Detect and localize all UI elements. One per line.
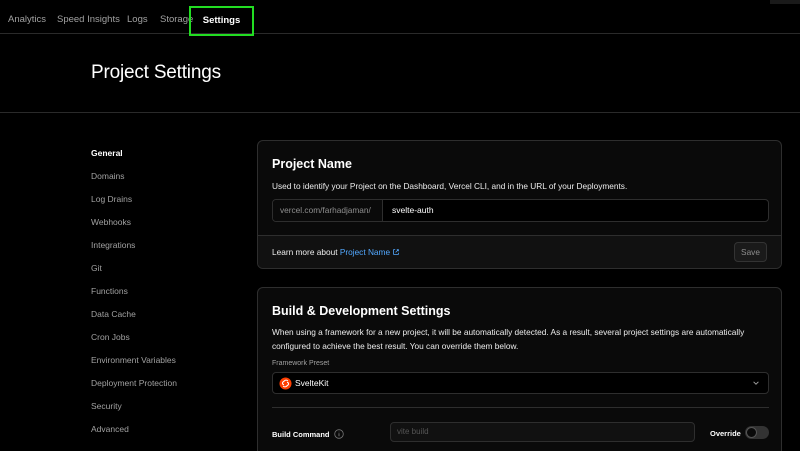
framework-preset-value: SvelteKit (295, 378, 329, 388)
page-header: Project Settings (0, 34, 800, 113)
tab-analytics[interactable]: Analytics (8, 0, 46, 34)
top-nav: Analytics Speed Insights Logs Storage Se… (0, 0, 800, 36)
tab-settings[interactable]: Settings (189, 6, 254, 36)
sidebar-item-git[interactable]: Git (91, 263, 102, 273)
sidebar-item-webhooks[interactable]: Webhooks (91, 217, 131, 227)
sidebar-item-cron-jobs[interactable]: Cron Jobs (91, 332, 130, 342)
build-command-label: Build Command (272, 429, 344, 439)
sidebar-item-environment-variables[interactable]: Environment Variables (91, 355, 176, 365)
project-name-prefix: vercel.com/farhadjaman/ (273, 200, 383, 221)
framework-preset-select[interactable]: SvelteKit (272, 372, 769, 394)
project-name-description: Used to identify your Project on the Das… (272, 181, 628, 191)
sidebar-item-deployment-protection[interactable]: Deployment Protection (91, 378, 177, 388)
sidebar-item-advanced[interactable]: Advanced (91, 424, 129, 434)
external-link-icon (393, 249, 399, 255)
toggle-knob (746, 427, 757, 438)
learn-more-text: Learn more about Project Name (272, 247, 400, 257)
sidebar-item-integrations[interactable]: Integrations (91, 240, 135, 250)
project-name-docs-link[interactable]: Project Name (340, 247, 390, 257)
info-icon[interactable] (333, 429, 344, 439)
project-name-field: vercel.com/farhadjaman/ svelte-auth (272, 199, 769, 222)
svelte-icon (279, 377, 292, 390)
sidebar-item-domains[interactable]: Domains (91, 171, 125, 181)
override-label: Override (710, 429, 741, 438)
framework-preset-label: Framework Preset (272, 360, 330, 367)
tab-logs[interactable]: Logs (127, 0, 148, 34)
sidebar-item-log-drains[interactable]: Log Drains (91, 194, 132, 204)
learn-more-label: Learn more about (272, 247, 340, 257)
build-settings-description: When using a framework for a new project… (272, 327, 745, 351)
page-title: Project Settings (91, 62, 221, 83)
sidebar-item-security[interactable]: Security (91, 401, 122, 411)
project-name-title: Project Name (272, 157, 352, 171)
sidebar-item-functions[interactable]: Functions (91, 286, 128, 296)
build-settings-card: Build & Development Settings When using … (257, 287, 782, 451)
build-command-text: Build Command (272, 430, 330, 439)
build-command-input[interactable]: vite build (390, 422, 695, 442)
sidebar-item-general[interactable]: General (91, 148, 123, 158)
sidebar-item-data-cache[interactable]: Data Cache (91, 309, 136, 319)
chevron-down-icon (753, 381, 759, 385)
save-button[interactable]: Save (734, 242, 767, 262)
tab-speed-insights[interactable]: Speed Insights (57, 0, 120, 34)
tab-storage[interactable]: Storage (160, 0, 193, 34)
override-toggle[interactable] (745, 426, 769, 439)
scrollbar-hint (770, 0, 800, 4)
project-name-card: Project Name Used to identify your Proje… (257, 140, 782, 269)
build-settings-title: Build & Development Settings (272, 304, 451, 318)
section-divider (272, 407, 769, 408)
project-name-input[interactable]: svelte-auth (384, 200, 764, 221)
project-name-footer: Learn more about Project Name Save (258, 235, 781, 268)
